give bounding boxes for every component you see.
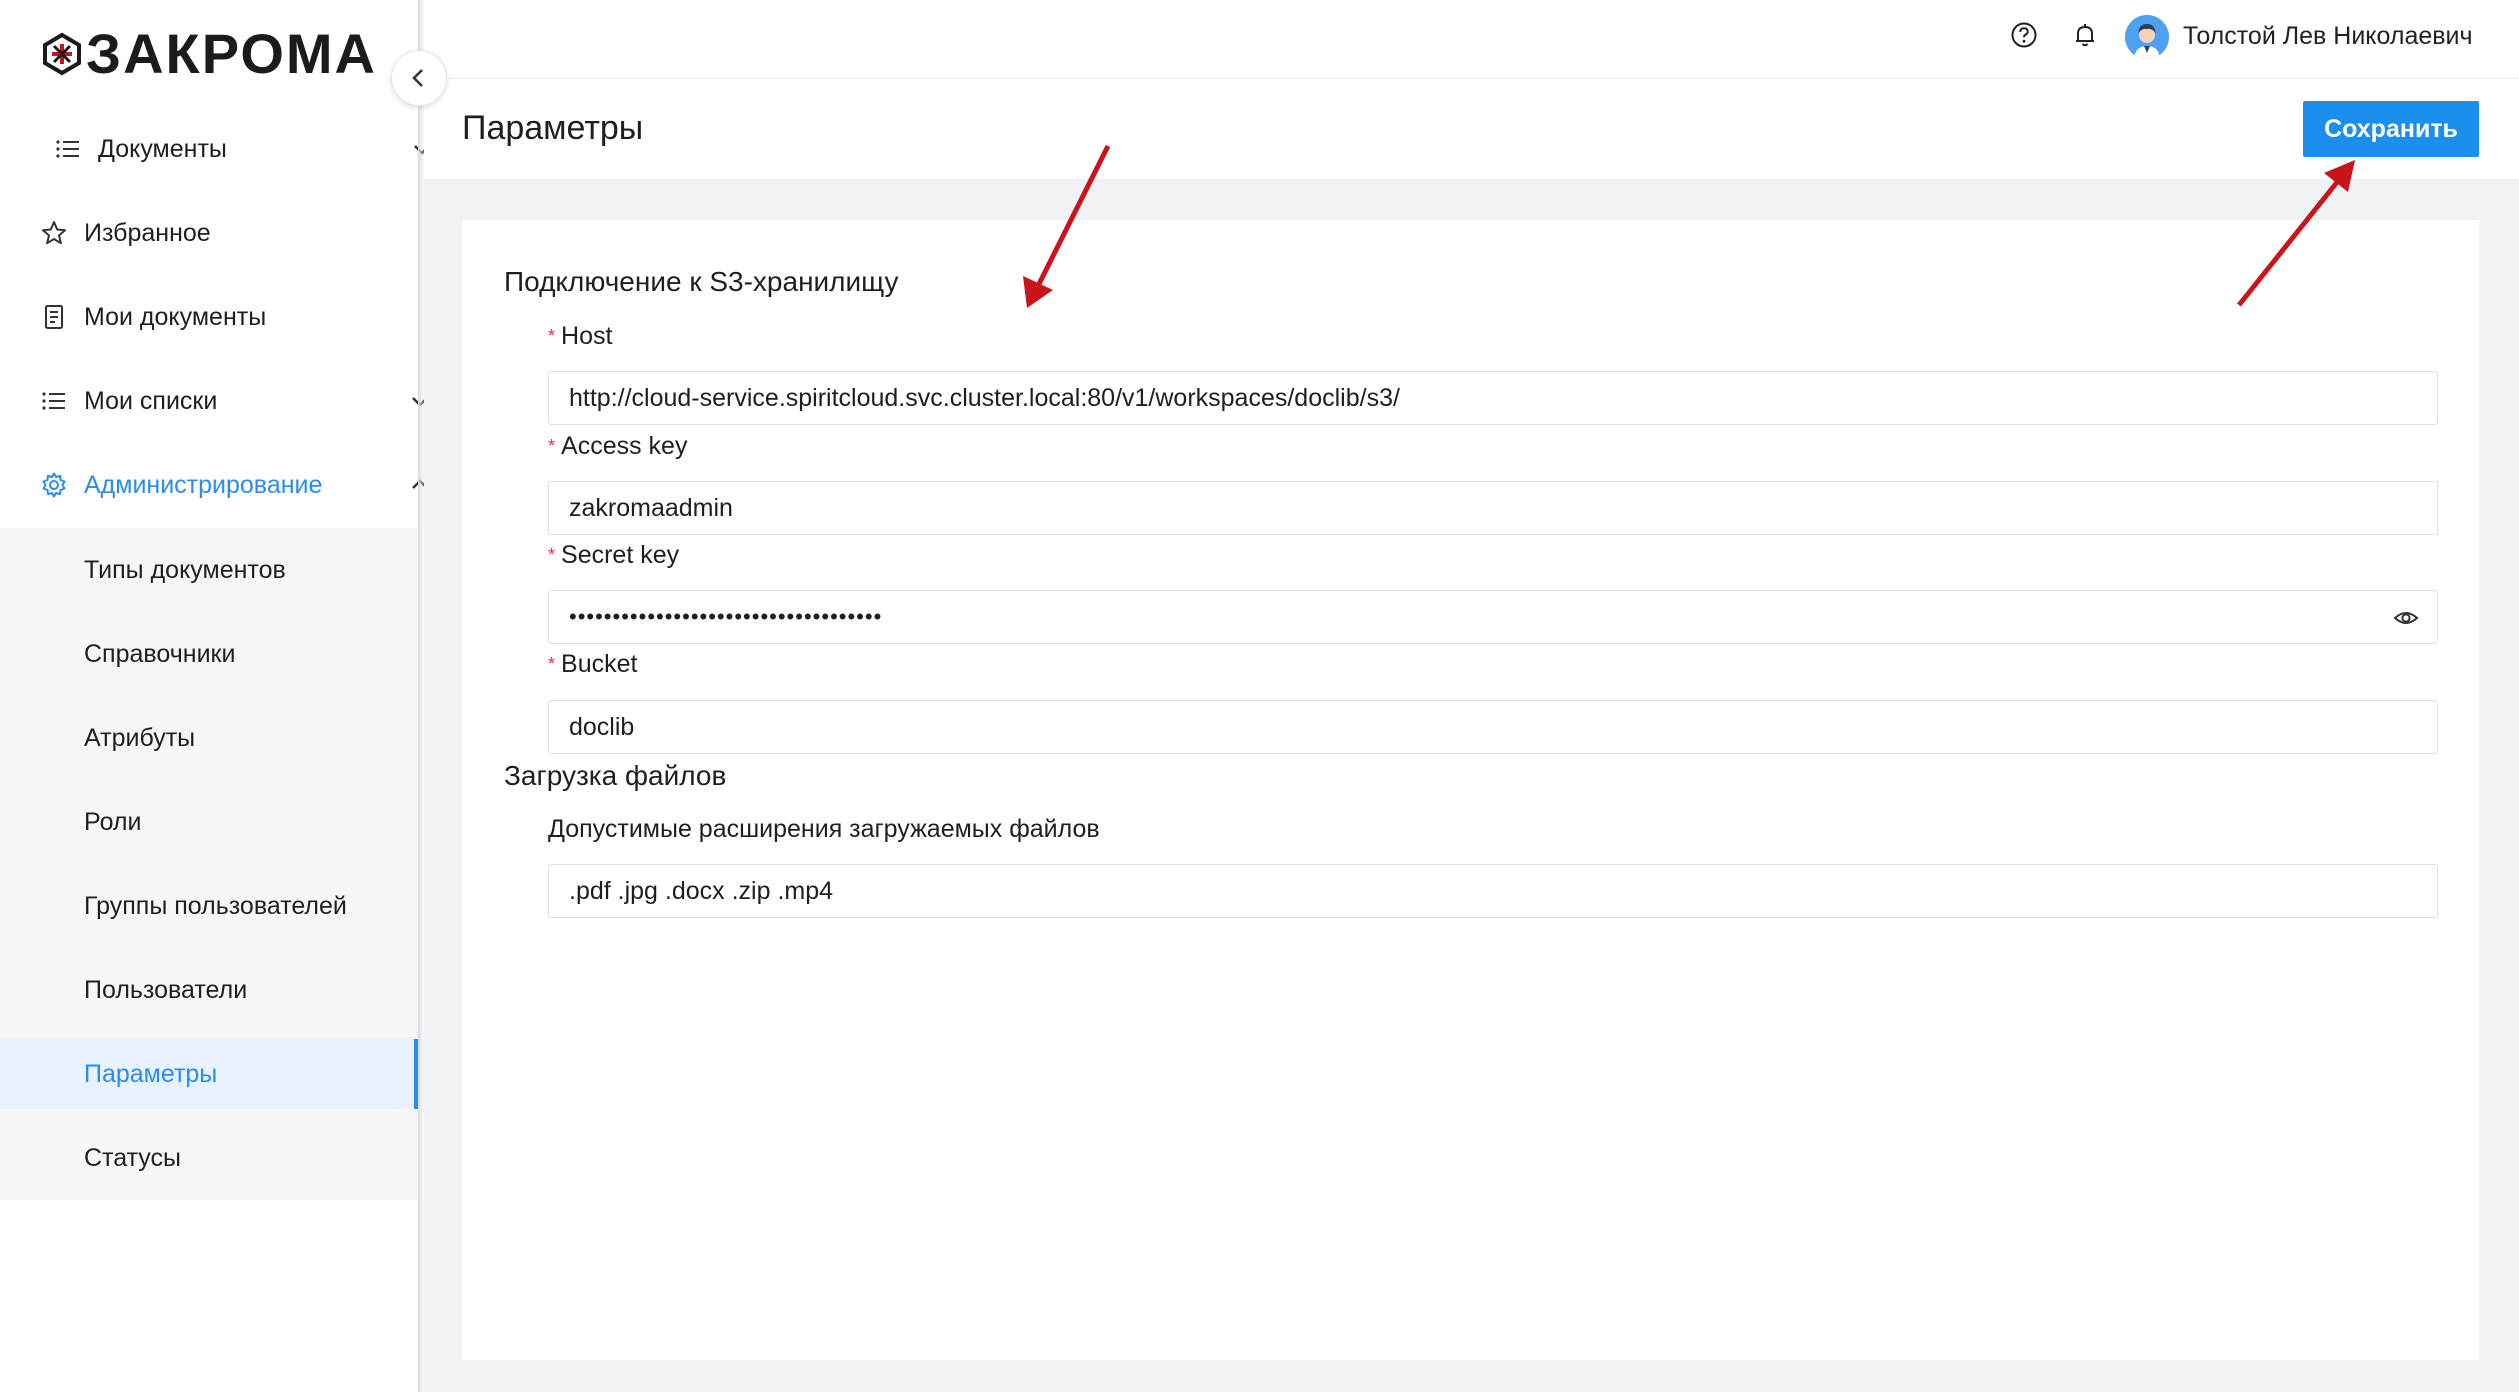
host-label: * Host — [548, 322, 613, 350]
sidebar-subitem-dictionaries[interactable]: Справочники — [0, 619, 418, 689]
sidebar-subitem-user-groups[interactable]: Группы пользователей — [0, 871, 418, 941]
user-name[interactable]: Толстой Лев Николаевич — [2183, 20, 2473, 52]
sidebar-subitem-label: Атрибуты — [84, 723, 196, 752]
sidebar-subitem-label: Статусы — [84, 1143, 181, 1172]
sidebar-item-administration[interactable]: Администрирование — [0, 450, 458, 520]
required-mark: * — [548, 545, 556, 565]
sidebar-subitem-attributes[interactable]: Атрибуты — [0, 703, 418, 773]
sidebar-subitem-label: Роли — [84, 807, 142, 836]
bucket-value: doclib — [569, 712, 635, 741]
user-avatar-icon — [2125, 15, 2169, 59]
sidebar-item-label: Администрирование — [84, 470, 323, 499]
gear-icon — [40, 471, 68, 499]
logo[interactable]: ЗАКРОМА — [40, 22, 377, 86]
extensions-input[interactable]: .pdf .jpg .docx .zip .mp4 — [548, 864, 2438, 918]
logo-text: ЗАКРОМА — [86, 22, 377, 85]
sidebar-item-documents[interactable]: Документы — [0, 114, 472, 184]
sidebar-subitem-statuses[interactable]: Статусы — [0, 1123, 418, 1193]
sidebar-item-label: Мои списки — [84, 386, 218, 415]
access-key-value: zakromaadmin — [569, 493, 733, 522]
secret-key-value: •••••••••••••••••••••••••••••••••••• — [569, 604, 883, 629]
sidebar-subitem-label: Группы пользователей — [84, 891, 347, 920]
bucket-input[interactable]: doclib — [548, 700, 2438, 754]
sidebar-subitem-label: Параметры — [84, 1059, 218, 1088]
sidebar-subitem-roles[interactable]: Роли — [0, 787, 418, 857]
sidebar-item-label: Избранное — [84, 218, 211, 247]
secret-key-input[interactable]: •••••••••••••••••••••••••••••••••••• — [548, 590, 2438, 644]
list-icon — [40, 387, 68, 415]
sidebar-item-my-documents[interactable]: Мои документы — [0, 282, 458, 352]
collapse-sidebar-button[interactable] — [391, 50, 447, 106]
sidebar-subitem-users[interactable]: Пользователи — [0, 955, 418, 1025]
required-mark: * — [548, 654, 556, 674]
help-icon[interactable] — [2009, 20, 2039, 50]
host-input[interactable]: http://cloud-service.spiritcloud.svc.clu… — [548, 371, 2438, 425]
bucket-label: * Bucket — [548, 650, 638, 678]
access-key-input[interactable]: zakromaadmin — [548, 481, 2438, 535]
sidebar-subitem-label: Типы документов — [84, 555, 286, 584]
sidebar-subitem-parameters[interactable]: Параметры — [0, 1039, 418, 1109]
star-icon — [40, 219, 68, 247]
page-header: Параметры — [424, 79, 2519, 179]
sidebar-subitem-document-types[interactable]: Типы документов — [0, 535, 418, 605]
sidebar-item-favorites[interactable]: Избранное — [0, 198, 458, 268]
page-title: Параметры — [462, 109, 644, 147]
s3-section-title: Подключение к S3-хранилищу — [504, 266, 899, 297]
eye-icon[interactable] — [2393, 605, 2419, 631]
extensions-value: .pdf .jpg .docx .zip .mp4 — [569, 876, 834, 905]
sidebar-item-label: Документы — [98, 134, 227, 163]
required-mark: * — [548, 326, 556, 346]
sidebar: ЗАКРОМА Документы Избранное Мои документ… — [0, 0, 430, 1392]
logo-icon — [43, 32, 81, 76]
list-icon — [54, 135, 82, 163]
sidebar-item-my-lists[interactable]: Мои списки — [0, 366, 458, 436]
required-mark: * — [548, 436, 556, 456]
sidebar-subitem-label: Пользователи — [84, 975, 248, 1004]
chevron-left-icon — [412, 69, 423, 87]
secret-key-label: * Secret key — [548, 541, 680, 569]
save-button[interactable]: Сохранить — [2303, 101, 2479, 157]
document-icon — [40, 303, 68, 331]
sidebar-item-label: Мои документы — [84, 302, 267, 331]
avatar[interactable] — [2125, 15, 2169, 59]
extensions-label: Допустимые расширения загружаемых файлов — [548, 815, 1100, 843]
sidebar-subitem-label: Справочники — [84, 639, 236, 668]
access-key-label: * Access key — [548, 432, 688, 460]
upload-section-title: Загрузка файлов — [504, 760, 727, 791]
bell-icon[interactable] — [2070, 20, 2100, 50]
host-value: http://cloud-service.spiritcloud.svc.clu… — [569, 383, 1400, 412]
